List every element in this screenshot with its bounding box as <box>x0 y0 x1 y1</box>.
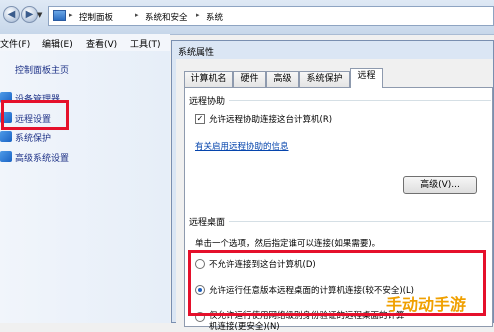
recent-pages-dropdown-icon[interactable]: ▼ <box>37 11 42 19</box>
control-panel-home-link[interactable]: 控制面板主页 <box>15 63 69 76</box>
sidebar-item-label: 高级系统设置 <box>15 154 70 164</box>
tab-advanced[interactable]: 高级 <box>266 71 299 87</box>
allow-remote-assistance-label[interactable]: 允许远程协助连接这台计算机(R) <box>209 113 332 125</box>
remote-desktop-heading: 远程桌面 <box>189 218 226 228</box>
shield-icon <box>0 151 12 162</box>
forward-arrow-icon[interactable]: ▶ <box>21 6 38 23</box>
remote-assistance-heading: 远程协助 <box>189 97 226 107</box>
shield-icon <box>0 131 12 142</box>
watermark-logo: 手动动手游 <box>386 295 467 314</box>
breadcrumb-control-panel[interactable]: 控制面板 <box>79 11 113 23</box>
left-navigation-pane: 控制面板主页 设备管理器 远程设置 系统保护 高级系统设置 <box>0 51 170 323</box>
menu-file[interactable]: 文件(F) <box>0 37 30 50</box>
sidebar-item-advanced-system-settings[interactable]: 高级系统设置 <box>0 150 80 164</box>
menu-view[interactable]: 查看(V) <box>86 37 117 50</box>
breadcrumb-system[interactable]: 系统 <box>206 11 223 23</box>
highlight-remote-settings <box>1 100 69 130</box>
tab-remote[interactable]: 远程 <box>350 68 383 88</box>
back-arrow-icon[interactable]: ◀ <box>3 6 20 23</box>
tab-computer-name[interactable]: 计算机名 <box>184 71 233 87</box>
allow-remote-assistance-checkbox[interactable]: ✓ <box>195 114 205 124</box>
menu-bar: 文件(F) 编辑(E) 查看(V) 工具(T) <box>0 34 170 51</box>
chevron-right-icon[interactable]: ▸ <box>196 11 200 19</box>
radio-allow-nla-label-line2[interactable]: 机连接(更安全)(N) <box>209 320 280 332</box>
chevron-right-icon[interactable]: ▸ <box>69 11 73 19</box>
menu-tools[interactable]: 工具(T) <box>130 37 161 50</box>
dialog-title: 系统属性 <box>178 48 215 58</box>
remote-desktop-instruction: 单击一个选项，然后指定谁可以连接(如果需要)。 <box>195 239 381 249</box>
group-divider <box>229 100 491 101</box>
control-panel-icon <box>53 10 66 21</box>
tab-hardware[interactable]: 硬件 <box>233 71 266 87</box>
address-bar[interactable]: ▸ 控制面板 ▸ 系统和安全 ▸ 系统 <box>48 6 494 26</box>
breadcrumb-system-security[interactable]: 系统和安全 <box>145 11 188 23</box>
group-divider <box>229 221 491 222</box>
explorer-toolbar: ◀ ▶ ▼ ▸ 控制面板 ▸ 系统和安全 ▸ 系统 <box>0 0 494 35</box>
sidebar-item-system-protection[interactable]: 系统保护 <box>0 130 60 144</box>
sidebar-item-label: 系统保护 <box>15 134 52 144</box>
remote-assistance-info-link[interactable]: 有关启用远程协助的信息 <box>195 140 289 152</box>
menu-edit[interactable]: 编辑(E) <box>42 37 73 50</box>
chevron-right-icon[interactable]: ▸ <box>135 11 139 19</box>
tab-system-protection[interactable]: 系统保护 <box>299 71 350 87</box>
advanced-button[interactable]: 高级(V)... <box>403 176 477 194</box>
